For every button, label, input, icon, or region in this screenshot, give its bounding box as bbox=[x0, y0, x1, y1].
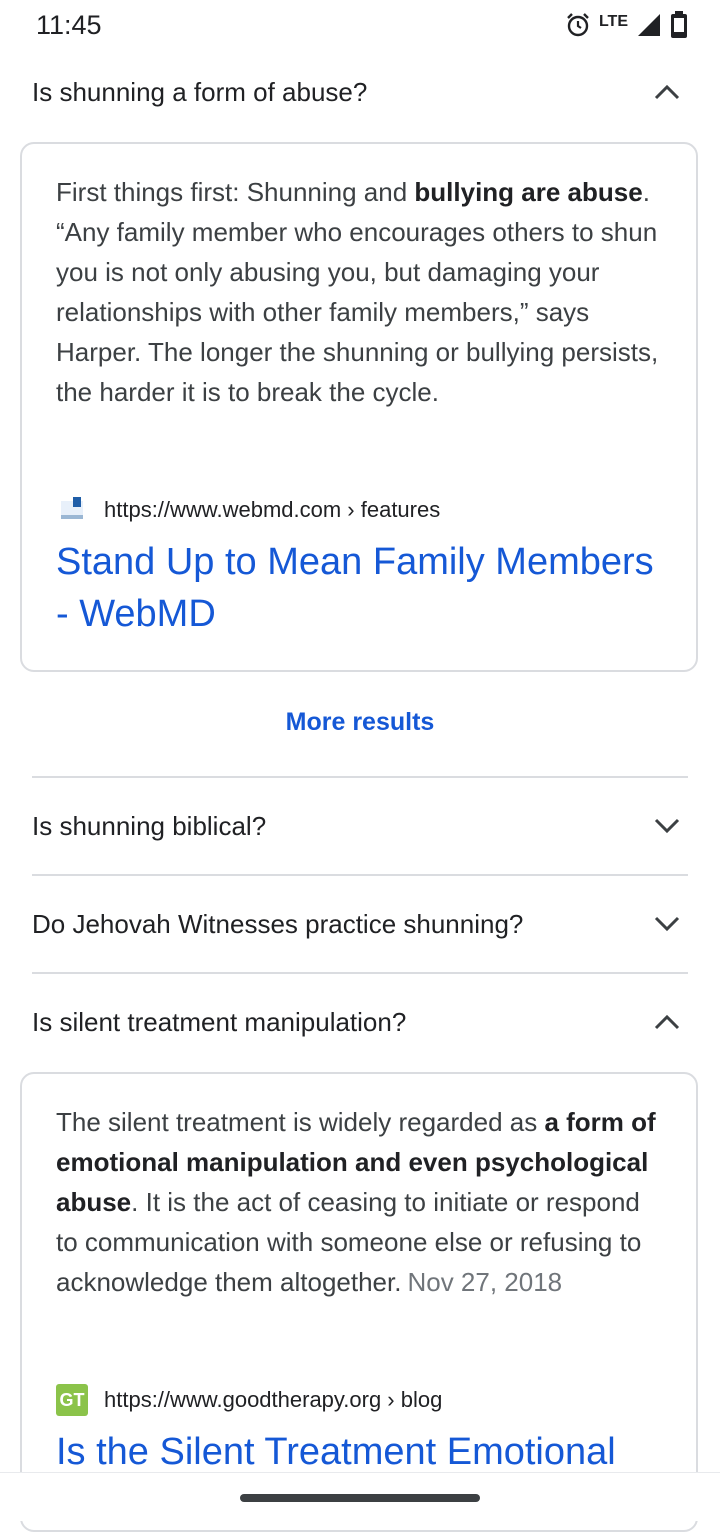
answer-card: The silent treatment is widely regarded … bbox=[20, 1072, 698, 1532]
battery-icon bbox=[670, 10, 688, 44]
answer-span: . “Any family member who encourages othe… bbox=[56, 177, 659, 407]
result-title-link[interactable]: Is the Silent Treatment Emotional bbox=[56, 1426, 666, 1478]
answer-span: The silent treatment is widely regarded … bbox=[56, 1107, 545, 1137]
signal-icon bbox=[636, 12, 662, 43]
chevron-up-icon bbox=[652, 77, 682, 107]
answer-date: Nov 27, 2018 bbox=[407, 1267, 563, 1297]
chevron-down-icon bbox=[652, 909, 682, 939]
status-time: 11:45 bbox=[36, 10, 102, 40]
answer-bold-span: bullying are abuse bbox=[414, 177, 643, 207]
source-url: https://www.goodtherapy.org › blog bbox=[104, 1387, 443, 1412]
navigation-bar bbox=[0, 1472, 720, 1521]
answer-span: First things first: Shunning and bbox=[56, 177, 415, 207]
network-type: LTE bbox=[598, 13, 628, 30]
answer-card: First things first: Shunning and bullyin… bbox=[20, 142, 698, 672]
source-row[interactable]: https://www.webmd.com › features bbox=[56, 494, 440, 526]
goodtherapy-favicon-icon: GT bbox=[56, 1384, 88, 1416]
result-title-link[interactable]: Stand Up to Mean Family Members - WebMD bbox=[56, 536, 666, 640]
home-gesture-handle[interactable] bbox=[240, 1494, 480, 1502]
source-url: https://www.webmd.com › features bbox=[104, 497, 441, 522]
answer-text: First things first: Shunning and bullyin… bbox=[56, 172, 666, 412]
faq-question-text: Do Jehovah Witnesses practice shunning? bbox=[32, 908, 524, 939]
faq-question-2[interactable]: Is shunning biblical? bbox=[32, 778, 688, 874]
faq-question-text: Is shunning a form of abuse? bbox=[32, 76, 368, 107]
faq-question-text: Is shunning biblical? bbox=[32, 810, 267, 841]
alarm-icon bbox=[565, 12, 591, 43]
chevron-down-icon bbox=[652, 811, 682, 841]
chevron-up-icon bbox=[652, 1007, 682, 1037]
answer-text: The silent treatment is widely regarded … bbox=[56, 1102, 666, 1302]
faq-question-4[interactable]: Is silent treatment manipulation? bbox=[32, 974, 688, 1070]
faq-question-1[interactable]: Is shunning a form of abuse? bbox=[32, 44, 688, 140]
faq-question-text: Is silent treatment manipulation? bbox=[32, 1006, 407, 1037]
more-results-link[interactable]: More results bbox=[0, 708, 720, 737]
favicon-text: GT bbox=[59, 1389, 85, 1410]
source-row[interactable]: GT https://www.goodtherapy.org › blog bbox=[56, 1384, 442, 1416]
status-icons: LTE bbox=[565, 10, 688, 44]
webmd-favicon-icon bbox=[56, 494, 88, 526]
faq-question-3[interactable]: Do Jehovah Witnesses practice shunning? bbox=[32, 876, 688, 972]
